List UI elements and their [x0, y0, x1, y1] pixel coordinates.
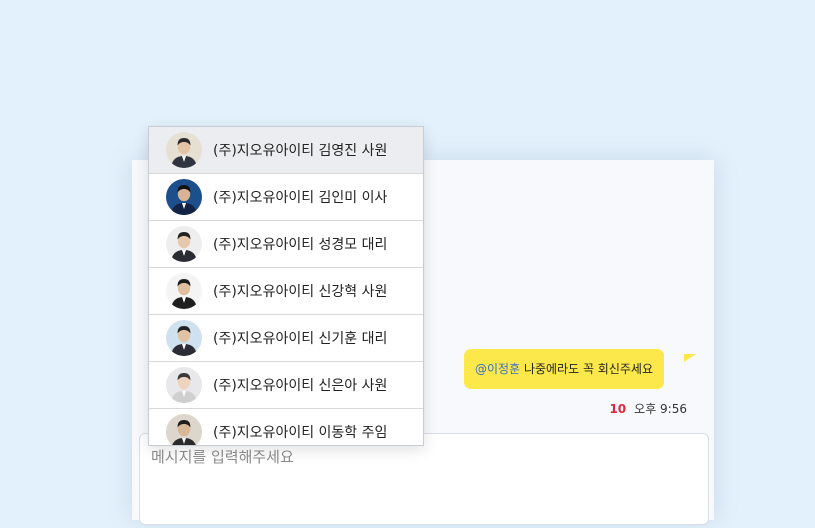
- avatar: [166, 367, 202, 403]
- unread-count: 10: [609, 402, 627, 416]
- avatar: [166, 414, 202, 445]
- mention-name: (주)지오유아이티 김인미 이사: [213, 190, 388, 206]
- message-input[interactable]: [140, 434, 708, 524]
- mention-name: (주)지오유아이티 성경모 대리: [213, 237, 388, 253]
- message-input-box[interactable]: [139, 433, 709, 525]
- avatar: [166, 179, 202, 215]
- bubble-tail: [684, 354, 696, 362]
- mention-name: (주)지오유아이티 김영진 사원: [213, 143, 388, 159]
- mention-item[interactable]: (주)지오유아이티 이동학 주임: [149, 409, 423, 445]
- mention-suggestion-list: (주)지오유아이티 김영진 사원 (주)지오유아이티 김인미 이사 (주)지오유…: [148, 126, 424, 446]
- mention-item[interactable]: (주)지오유아이티 김영진 사원: [149, 127, 423, 174]
- mention-item[interactable]: (주)지오유아이티 김인미 이사: [149, 174, 423, 221]
- mention-name: (주)지오유아이티 신강혁 사원: [213, 284, 388, 300]
- avatar: [166, 226, 202, 262]
- mention-item[interactable]: (주)지오유아이티 성경모 대리: [149, 221, 423, 268]
- mention-item[interactable]: (주)지오유아이티 신강혁 사원: [149, 268, 423, 315]
- message-text: 나중에라도 꼭 회신주세요: [520, 362, 654, 376]
- mention-name: (주)지오유아이티 이동학 주임: [213, 425, 388, 441]
- message-bubble[interactable]: @이정훈 나중에라도 꼭 회신주세요: [464, 349, 665, 389]
- avatar: [166, 132, 202, 168]
- message-time: 오후 9:56: [634, 402, 687, 416]
- avatar: [166, 320, 202, 356]
- mention-item[interactable]: (주)지오유아이티 신기훈 대리: [149, 315, 423, 362]
- avatar: [166, 273, 202, 309]
- mention-tag[interactable]: @이정훈: [475, 362, 520, 376]
- message-meta: 10 오후 9:56: [540, 400, 687, 417]
- mention-name: (주)지오유아이티 신기훈 대리: [213, 331, 388, 347]
- mention-item[interactable]: (주)지오유아이티 신은아 사원: [149, 362, 423, 409]
- mention-name: (주)지오유아이티 신은아 사원: [213, 378, 388, 394]
